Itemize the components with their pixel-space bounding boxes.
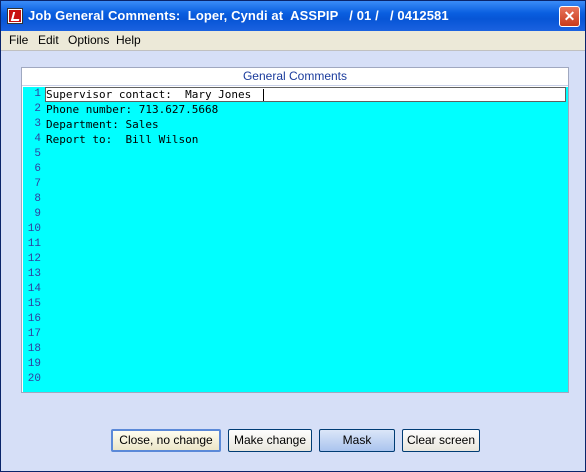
clear-screen-button[interactable]: Clear screen xyxy=(402,429,480,452)
line-number: 6 xyxy=(34,163,41,175)
comments-window: Job General Comments: Loper, Cyndi at AS… xyxy=(0,0,586,472)
line-number: 5 xyxy=(34,148,41,160)
line-number: 14 xyxy=(27,283,41,295)
line-number: 20 xyxy=(27,373,41,385)
line-number: 17 xyxy=(27,328,41,340)
mask-button[interactable]: Mask xyxy=(319,429,395,452)
comment-line[interactable]: Department: Sales xyxy=(46,118,159,131)
line-number: 19 xyxy=(27,358,41,370)
general-comments-panel: General Comments 1 2 3 4 5 6 7 8 9 10 11 12 13 14 15 16… xyxy=(21,67,569,393)
comment-line[interactable]: Report to: Bill Wilson xyxy=(46,133,198,146)
window-title: Job General Comments: Loper, Cyndi at AS… xyxy=(28,8,449,23)
line-number: 11 xyxy=(27,238,41,250)
comment-line[interactable]: Phone number: 713.627.5668 xyxy=(46,103,218,116)
line-number-gutter: 1 2 3 4 5 6 7 8 9 10 11 12 13 14 15 16 17 18 19 20 xyxy=(23,87,43,392)
text-cursor xyxy=(263,89,264,101)
panel-title: General Comments xyxy=(22,68,568,86)
menu-bar: File Edit Options Help xyxy=(1,31,585,51)
menu-options[interactable]: Options xyxy=(68,33,109,47)
line-number: 9 xyxy=(34,208,41,220)
line-number: 8 xyxy=(34,193,41,205)
line-number: 16 xyxy=(27,313,41,325)
title-bar[interactable]: Job General Comments: Loper, Cyndi at AS… xyxy=(1,1,585,31)
close-no-change-button[interactable]: Close, no change xyxy=(111,429,221,452)
line-number: 7 xyxy=(34,178,41,190)
menu-edit[interactable]: Edit xyxy=(38,33,59,47)
make-change-button[interactable]: Make change xyxy=(228,429,312,452)
line-number: 10 xyxy=(27,223,41,235)
line-number: 13 xyxy=(27,268,41,280)
menu-help[interactable]: Help xyxy=(116,33,141,47)
line-number: 12 xyxy=(27,253,41,265)
comment-line[interactable]: Supervisor contact: Mary Jones xyxy=(46,88,251,101)
line-number: 15 xyxy=(27,298,41,310)
app-icon xyxy=(7,8,23,24)
line-number: 3 xyxy=(34,118,41,130)
close-window-button[interactable]: ✕ xyxy=(559,6,580,27)
line-number: 18 xyxy=(27,343,41,355)
line-number: 2 xyxy=(34,103,41,115)
comments-editor[interactable]: 1 2 3 4 5 6 7 8 9 10 11 12 13 14 15 16 17 18 19 20 Supervis… xyxy=(23,87,568,392)
menu-file[interactable]: File xyxy=(9,33,28,47)
line-number: 4 xyxy=(34,133,41,145)
line-number: 1 xyxy=(34,88,41,100)
